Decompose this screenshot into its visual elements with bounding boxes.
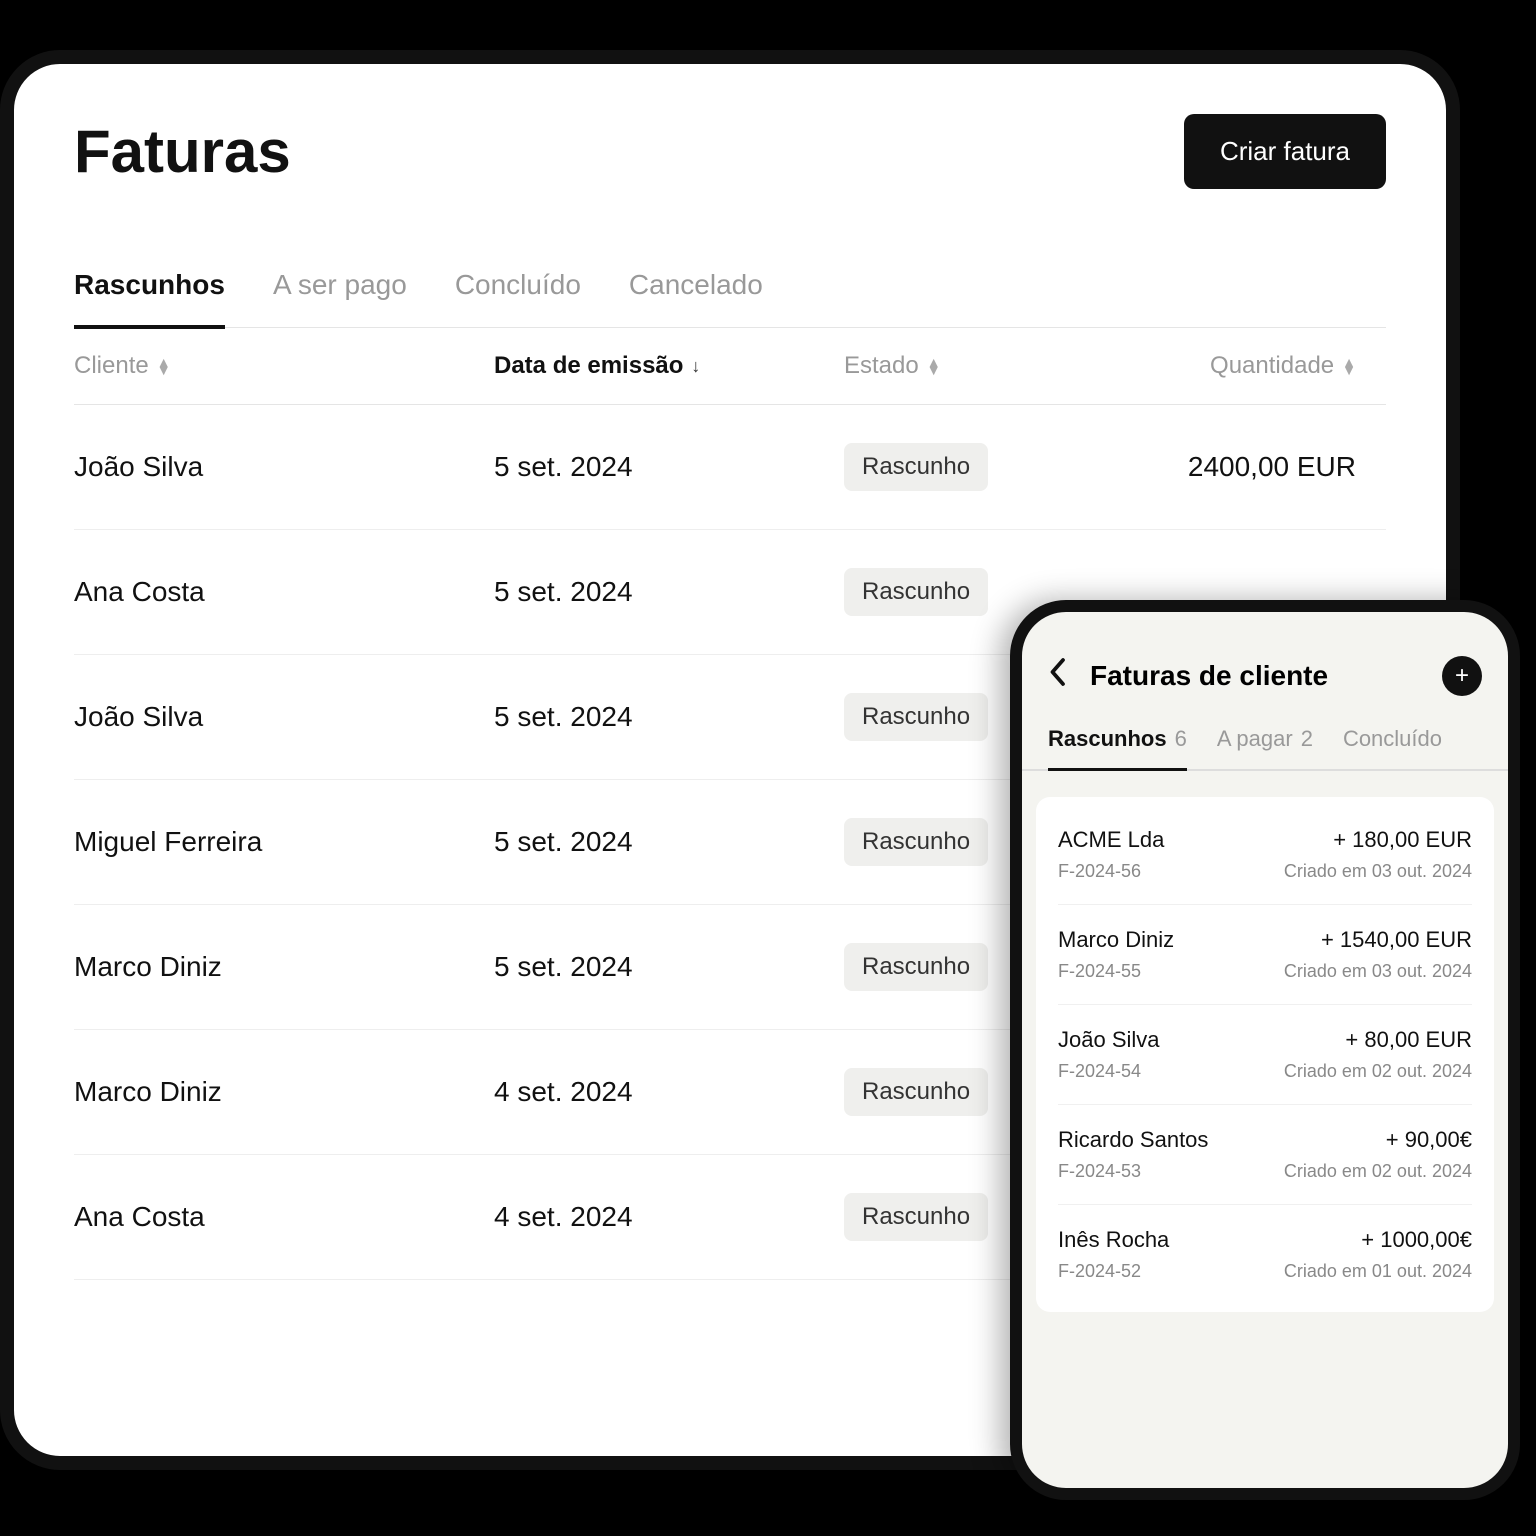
cell-quant: 2400,00 EUR xyxy=(1144,451,1386,483)
col-quant[interactable]: Quantidade ▲▼ xyxy=(1144,352,1386,380)
cell-cliente: João Silva xyxy=(74,701,494,733)
created-date: Criado em 02 out. 2024 xyxy=(1284,1061,1472,1082)
col-estado[interactable]: Estado ▲▼ xyxy=(844,352,1144,380)
cell-estado: Rascunho xyxy=(844,443,1144,491)
cell-data: 5 set. 2024 xyxy=(494,951,844,983)
tab-cancelled[interactable]: Cancelado xyxy=(629,269,763,329)
invoice-ref: F-2024-52 xyxy=(1058,1261,1141,1282)
phone-tab-to-pay[interactable]: A pagar 2 xyxy=(1217,726,1313,771)
cell-cliente: Marco Diniz xyxy=(74,951,494,983)
amount: + 180,00 EUR xyxy=(1333,827,1472,853)
list-item-sub: F-2024-53 Criado em 02 out. 2024 xyxy=(1058,1161,1472,1182)
client-name: Marco Diniz xyxy=(1058,927,1174,953)
invoice-ref: F-2024-56 xyxy=(1058,861,1141,882)
list-item-sub: F-2024-54 Criado em 02 out. 2024 xyxy=(1058,1061,1472,1082)
create-invoice-button[interactable]: Criar fatura xyxy=(1184,114,1386,189)
status-badge: Rascunho xyxy=(844,1193,988,1241)
phone-tab-label: Concluído xyxy=(1343,726,1442,752)
cell-cliente: Marco Diniz xyxy=(74,1076,494,1108)
cell-data: 4 set. 2024 xyxy=(494,1201,844,1233)
phone-tabs: Rascunhos 6 A pagar 2 Concluído xyxy=(1022,726,1508,771)
cell-cliente: Ana Costa xyxy=(74,576,494,608)
tab-drafts[interactable]: Rascunhos xyxy=(74,269,225,329)
amount: + 80,00 EUR xyxy=(1345,1027,1472,1053)
cell-data: 5 set. 2024 xyxy=(494,451,844,483)
list-item[interactable]: Ricardo Santos + 90,00€ F-2024-53 Criado em… xyxy=(1058,1105,1472,1205)
cell-data: 5 set. 2024 xyxy=(494,826,844,858)
phone-title: Faturas de cliente xyxy=(1090,660,1442,692)
col-cliente-label: Cliente xyxy=(74,352,149,380)
list-item-main: Inês Rocha + 1000,00€ xyxy=(1058,1227,1472,1253)
tablet-header: Faturas Criar fatura xyxy=(74,114,1386,189)
back-button[interactable] xyxy=(1048,657,1078,695)
page-title: Faturas xyxy=(74,117,291,186)
phone-tab-done[interactable]: Concluído xyxy=(1343,726,1442,771)
col-data-label: Data de emissão xyxy=(494,352,683,380)
phone-tab-count: 6 xyxy=(1175,726,1187,752)
plus-icon: + xyxy=(1455,662,1469,690)
sort-icon: ▲▼ xyxy=(927,358,941,374)
list-item-main: Marco Diniz + 1540,00 EUR xyxy=(1058,927,1472,953)
list-item[interactable]: Inês Rocha + 1000,00€ F-2024-52 Criado em 0… xyxy=(1058,1205,1472,1304)
created-date: Criado em 03 out. 2024 xyxy=(1284,961,1472,982)
sort-icon: ▲▼ xyxy=(1342,358,1356,374)
phone-tab-label: A pagar xyxy=(1217,726,1293,752)
table-header: Cliente ▲▼ Data de emissão ↓ Estado ▲▼ Q… xyxy=(74,328,1386,405)
list-item[interactable]: Marco Diniz + 1540,00 EUR F-2024-55 Criado … xyxy=(1058,905,1472,1005)
phone-header: Faturas de cliente + xyxy=(1022,632,1508,716)
amount: + 1540,00 EUR xyxy=(1321,927,1472,953)
created-date: Criado em 01 out. 2024 xyxy=(1284,1261,1472,1282)
cell-data: 5 set. 2024 xyxy=(494,701,844,733)
col-estado-label: Estado xyxy=(844,352,919,380)
cell-cliente: Ana Costa xyxy=(74,1201,494,1233)
col-data[interactable]: Data de emissão ↓ xyxy=(494,352,844,380)
tab-to-pay[interactable]: A ser pago xyxy=(273,269,407,329)
status-badge: Rascunho xyxy=(844,568,988,616)
phone-tab-drafts[interactable]: Rascunhos 6 xyxy=(1048,726,1187,771)
status-badge: Rascunho xyxy=(844,818,988,866)
amount: + 90,00€ xyxy=(1386,1127,1472,1153)
col-cliente[interactable]: Cliente ▲▼ xyxy=(74,352,494,380)
client-name: Ricardo Santos xyxy=(1058,1127,1208,1153)
add-button[interactable]: + xyxy=(1442,656,1482,696)
tab-done[interactable]: Concluído xyxy=(455,269,581,329)
client-name: Inês Rocha xyxy=(1058,1227,1169,1253)
list-item-main: ACME Lda + 180,00 EUR xyxy=(1058,827,1472,853)
list-item-main: João Silva + 80,00 EUR xyxy=(1058,1027,1472,1053)
cell-data: 5 set. 2024 xyxy=(494,576,844,608)
list-item-sub: F-2024-56 Criado em 03 out. 2024 xyxy=(1058,861,1472,882)
status-badge: Rascunho xyxy=(844,443,988,491)
status-badge: Rascunho xyxy=(844,943,988,991)
invoice-ref: F-2024-53 xyxy=(1058,1161,1141,1182)
status-badge: Rascunho xyxy=(844,1068,988,1116)
tabs-bar: Rascunhos A ser pago Concluído Cancelado xyxy=(74,269,1386,328)
list-item[interactable]: ACME Lda + 180,00 EUR F-2024-56 Criado em 0… xyxy=(1058,805,1472,905)
cell-cliente: João Silva xyxy=(74,451,494,483)
client-name: ACME Lda xyxy=(1058,827,1164,853)
phone-tab-label: Rascunhos xyxy=(1048,726,1167,752)
table-row[interactable]: João Silva5 set. 2024Rascunho 2400,00 EUR xyxy=(74,405,1386,530)
created-date: Criado em 03 out. 2024 xyxy=(1284,861,1472,882)
phone-list: ACME Lda + 180,00 EUR F-2024-56 Criado em 0… xyxy=(1036,797,1494,1312)
cell-data: 4 set. 2024 xyxy=(494,1076,844,1108)
client-name: João Silva xyxy=(1058,1027,1160,1053)
list-item-main: Ricardo Santos + 90,00€ xyxy=(1058,1127,1472,1153)
invoice-ref: F-2024-54 xyxy=(1058,1061,1141,1082)
phone-tab-count: 2 xyxy=(1301,726,1313,752)
cell-cliente: Miguel Ferreira xyxy=(74,826,494,858)
phone-device: Faturas de cliente + Rascunhos 6 A pagar… xyxy=(1010,600,1520,1500)
created-date: Criado em 02 out. 2024 xyxy=(1284,1161,1472,1182)
chevron-left-icon xyxy=(1048,657,1066,687)
amount: + 1000,00€ xyxy=(1361,1227,1472,1253)
list-item-sub: F-2024-55 Criado em 03 out. 2024 xyxy=(1058,961,1472,982)
sort-icon: ▲▼ xyxy=(157,358,171,374)
list-item-sub: F-2024-52 Criado em 01 out. 2024 xyxy=(1058,1261,1472,1282)
col-quant-label: Quantidade xyxy=(1210,352,1334,380)
invoice-ref: F-2024-55 xyxy=(1058,961,1141,982)
sort-down-icon: ↓ xyxy=(691,356,700,377)
list-item[interactable]: João Silva + 80,00 EUR F-2024-54 Criado em … xyxy=(1058,1005,1472,1105)
status-badge: Rascunho xyxy=(844,693,988,741)
